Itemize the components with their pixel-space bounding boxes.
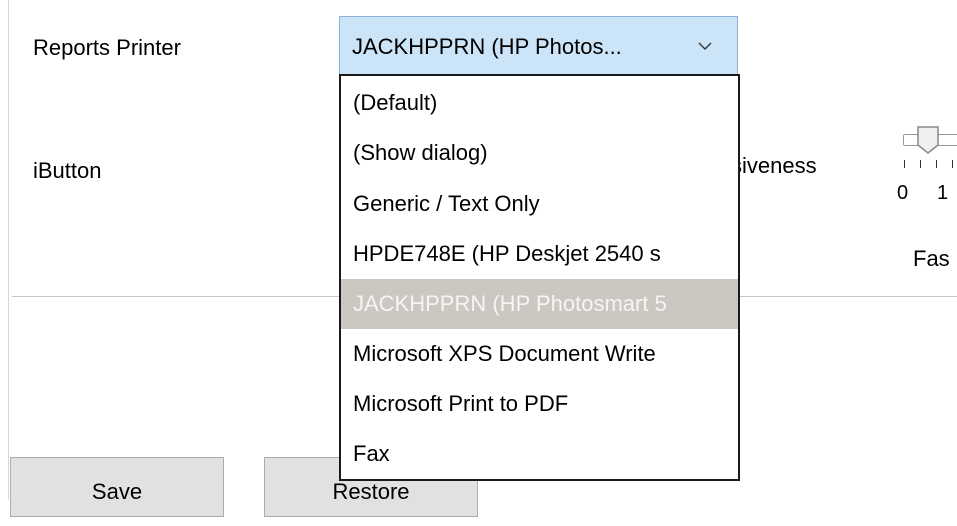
reports-printer-select[interactable]: JACKHPPRN (HP Photos... xyxy=(339,16,738,75)
window-left-border xyxy=(8,0,9,500)
slider-tick xyxy=(904,160,905,168)
option-default[interactable]: (Default) xyxy=(341,78,738,128)
slider-tick xyxy=(920,160,921,168)
slider-tick xyxy=(952,160,953,168)
save-button[interactable]: Save xyxy=(10,457,224,517)
option-microsoft-print-to-pdf[interactable]: Microsoft Print to PDF xyxy=(341,379,738,429)
option-hpde748e[interactable]: HPDE748E (HP Deskjet 2540 s xyxy=(341,229,738,279)
slider-tick xyxy=(936,160,937,168)
responsiveness-label: siveness xyxy=(731,153,817,178)
reports-printer-label: Reports Printer xyxy=(33,35,181,60)
option-microsoft-xps[interactable]: Microsoft XPS Document Write xyxy=(341,329,738,379)
slider-tick-label-1: 1 xyxy=(937,182,949,204)
option-jackhpprn[interactable]: JACKHPPRN (HP Photosmart 5 xyxy=(341,279,738,329)
option-generic-text-only[interactable]: Generic / Text Only xyxy=(341,179,738,229)
fast-label: Fas xyxy=(913,246,950,271)
ibutton-label: iButton xyxy=(33,158,102,183)
printer-dropdown-list[interactable]: (Default) (Show dialog) Generic / Text O… xyxy=(339,74,740,481)
slider-thumb-icon[interactable] xyxy=(916,125,940,155)
option-show-dialog[interactable]: (Show dialog) xyxy=(341,128,738,178)
option-fax[interactable]: Fax xyxy=(341,429,738,479)
slider-tick-label-0: 0 xyxy=(897,182,909,204)
select-value: JACKHPPRN (HP Photos... xyxy=(352,34,622,59)
chevron-down-icon xyxy=(698,42,712,50)
